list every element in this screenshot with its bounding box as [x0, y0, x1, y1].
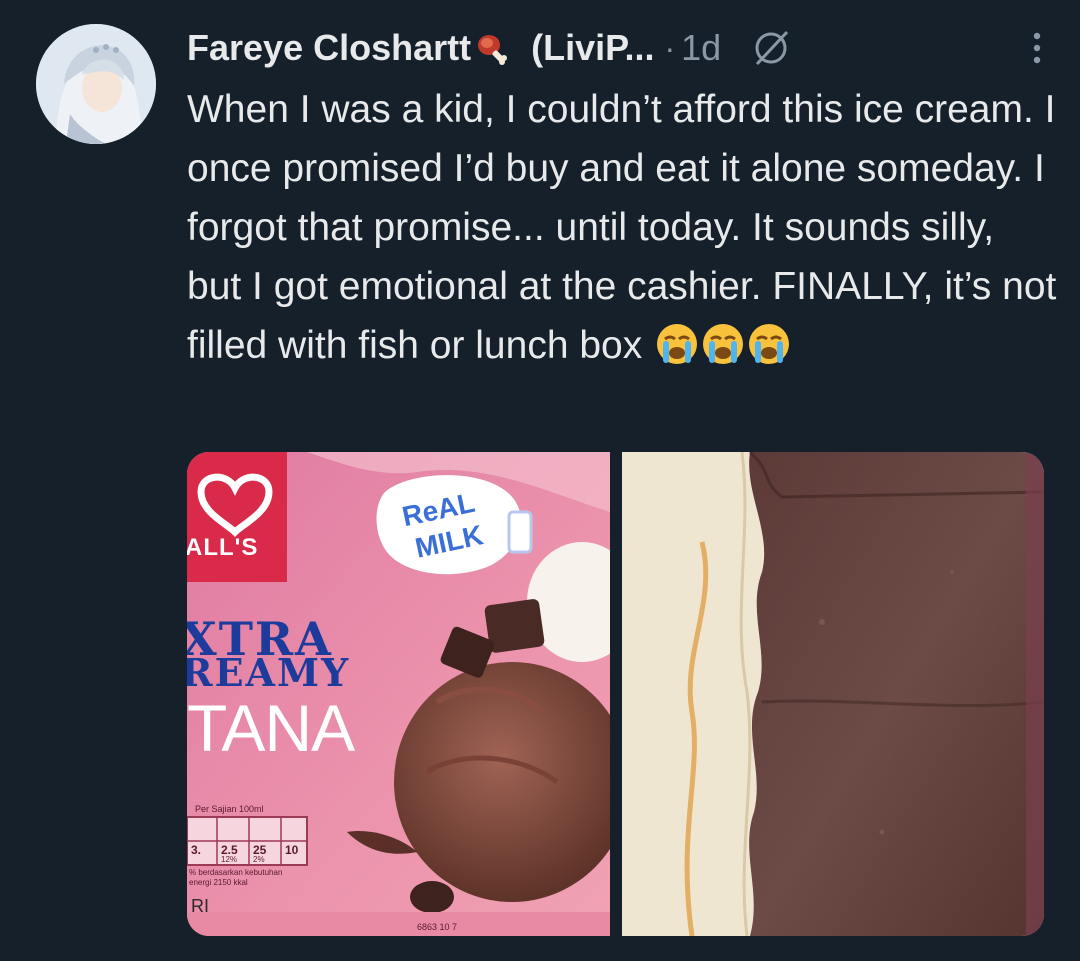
package-line2: REAMY — [187, 650, 351, 695]
package-barcode-text: 6863 10 7 — [417, 922, 458, 932]
package-brand: ALL'S — [187, 534, 259, 561]
meat-on-bone-icon — [475, 31, 509, 65]
nutrition-value-4: 10 — [285, 843, 299, 857]
separator-dot: · — [664, 29, 676, 66]
media-photo-package[interactable]: ALL'S ReAL MILK XTRA REAMY TANA Per Saji… — [187, 452, 610, 936]
nutrition-value-1: 3. — [191, 843, 202, 857]
package-corner-text: RI — [191, 896, 209, 916]
media-photo-cross-section[interactable] — [622, 452, 1044, 936]
avatar-image — [36, 24, 156, 144]
nutrition-pct-1: 12% — [221, 855, 238, 864]
grok-icon[interactable] — [751, 28, 791, 68]
author-handle[interactable]: (LiviP... — [531, 27, 654, 69]
more-vertical-icon[interactable] — [1027, 28, 1047, 68]
nutrition-footnote-2: energi 2150 kkal — [189, 878, 248, 887]
nutrition-pct-2: 2% — [253, 855, 265, 864]
loudly-crying-face-icon — [747, 322, 791, 366]
package-product-name: TANA — [187, 691, 355, 765]
post-timestamp[interactable]: 1d — [681, 27, 721, 69]
post-text: When I was a kid, I couldn’t afford this… — [187, 80, 1057, 375]
loudly-crying-face-icon — [655, 322, 699, 366]
loudly-crying-face-icon — [701, 322, 745, 366]
avatar[interactable] — [36, 24, 156, 144]
post-media: ALL'S ReAL MILK XTRA REAMY TANA Per Saji… — [187, 452, 1044, 936]
author-name[interactable]: Fareye Closhartt — [187, 27, 471, 69]
post-text-content: When I was a kid, I couldn’t afford this… — [187, 88, 1057, 367]
nutrition-footnote-1: % berdasarkan kebutuhan — [189, 868, 283, 877]
post-header: Fareye Closhartt (LiviP... · 1d — [187, 22, 1047, 74]
nutrition-header: Per Sajian 100ml — [195, 804, 264, 814]
cross-section-artwork — [622, 452, 1044, 936]
